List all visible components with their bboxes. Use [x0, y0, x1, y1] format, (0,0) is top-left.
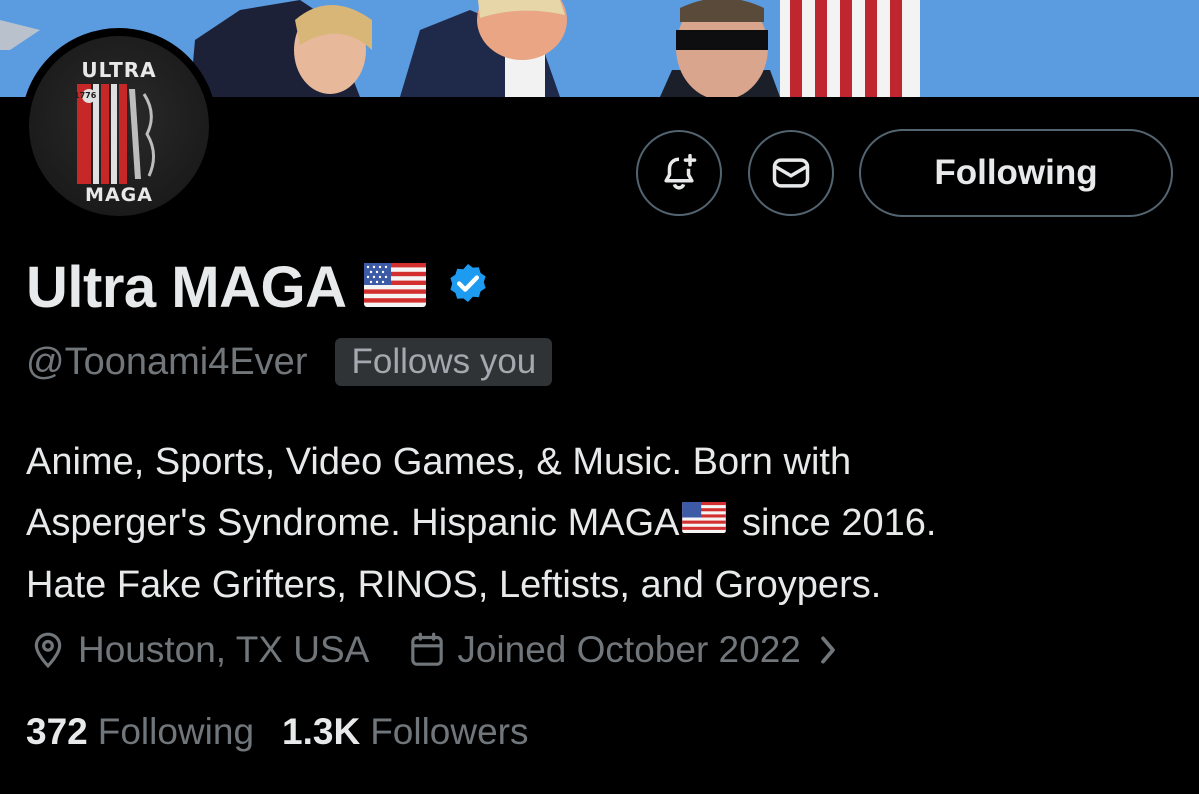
followers-stat-link[interactable]: 1.3K Followers: [282, 711, 528, 753]
notifications-button[interactable]: [636, 130, 722, 216]
us-flag-icon: [681, 491, 726, 552]
followers-label: Followers: [370, 711, 529, 752]
display-name: Ultra MAGA: [26, 254, 347, 320]
us-flag-icon: [364, 262, 427, 312]
location-pin-icon: [28, 630, 68, 670]
profile-meta: Houston, TX USA Joined October 2022: [28, 624, 839, 676]
profile-bio: Anime, Sports, Video Games, & Music. Bor…: [26, 432, 1176, 616]
following-label: Following: [97, 711, 255, 752]
bio-line-2: Asperger's Syndrome. Hispanic MAGA since…: [26, 493, 1176, 555]
follows-you-badge: Follows you: [335, 338, 553, 386]
bio-line-2-end: since 2016.: [731, 502, 937, 544]
following-button[interactable]: Following: [859, 129, 1173, 217]
verified-badge-icon[interactable]: [444, 261, 492, 314]
following-stat-link[interactable]: 372 Following: [26, 711, 254, 753]
profile-handle: @Toonami4Ever: [26, 340, 308, 383]
profile-stats: 372 Following 1.3K Followers: [26, 708, 529, 756]
calendar-icon: [407, 630, 447, 670]
following-count: 372: [26, 711, 88, 752]
joined-text: Joined October 2022: [457, 629, 801, 670]
bio-line-3: Hate Fake Grifters, RINOS, Leftists, and…: [26, 564, 882, 607]
avatar-year: 1776: [74, 91, 97, 100]
avatar-logo: ULTRA 1776 MAGA: [29, 36, 209, 216]
envelope-icon: [772, 158, 810, 188]
bell-plus-icon: [664, 153, 697, 190]
location-text: Houston, TX USA: [78, 629, 370, 670]
followers-count: 1.3K: [282, 711, 361, 752]
bio-line-2-start: Asperger's Syndrome. Hispanic MAGA: [26, 502, 680, 544]
avatar-bottom-text: MAGA: [85, 184, 153, 206]
bio-line-1: Anime, Sports, Video Games, & Music. Bor…: [26, 441, 852, 483]
profile-avatar[interactable]: ULTRA 1776 MAGA: [21, 28, 217, 224]
avatar-top-text: ULTRA: [81, 58, 157, 82]
avatar-flag-graphic: 1776: [74, 84, 155, 184]
location-item: Houston, TX USA: [28, 629, 369, 671]
message-button[interactable]: [748, 130, 834, 216]
profile-name-row: Ultra MAGA: [26, 252, 492, 322]
joined-item[interactable]: Joined October 2022: [407, 629, 839, 671]
chevron-right-icon: [817, 635, 839, 665]
handle-row: @Toonami4Ever Follows you: [26, 336, 553, 388]
